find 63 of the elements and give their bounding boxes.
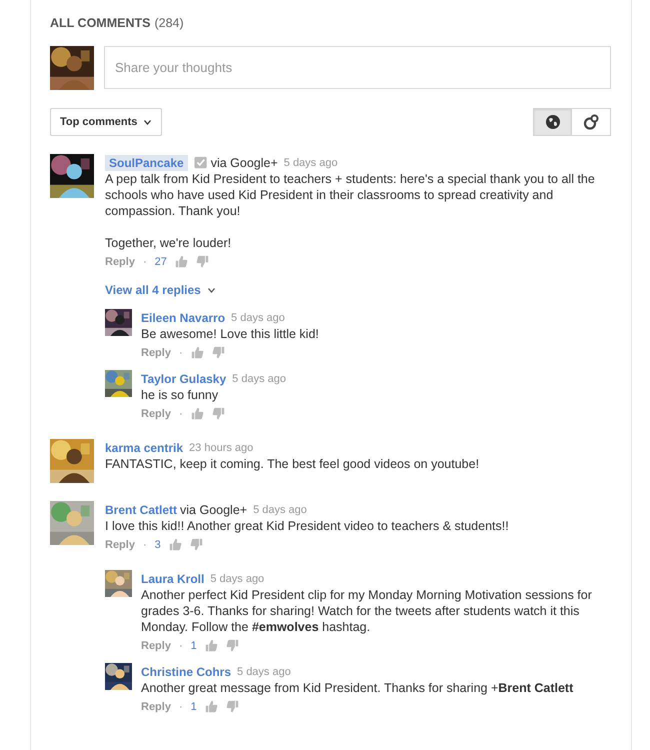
author-link[interactable]: karma centrik — [105, 440, 184, 454]
author-link[interactable]: Taylor Gulasky — [141, 372, 226, 386]
thumbs-up-icon[interactable] — [204, 700, 218, 713]
comment-text: he is so funny — [141, 387, 220, 403]
source-label: via Google+ — [180, 502, 248, 516]
source-label: via Google+ — [210, 156, 278, 170]
timestamp: 23 hours ago — [189, 442, 254, 454]
reply-link[interactable]: Reply — [141, 346, 171, 358]
separator-dot: · — [178, 346, 183, 358]
thumbs-down-icon[interactable] — [190, 538, 203, 551]
thumbs-down-icon[interactable] — [226, 700, 239, 713]
view-replies-button[interactable]: View all 4 replies — [105, 283, 611, 297]
section-title: ALL COMMENTS — [50, 16, 150, 30]
thumbs-down-icon[interactable] — [212, 407, 225, 420]
thumbs-up-icon[interactable] — [174, 255, 188, 268]
globe-icon — [544, 114, 560, 130]
sort-dropdown[interactable]: Top comments — [50, 108, 162, 136]
thumbs-up-icon[interactable] — [168, 538, 182, 551]
caret-icon — [143, 119, 152, 125]
timestamp: 5 days ago — [284, 156, 338, 168]
like-count: 27 — [154, 256, 167, 268]
separator-dot: · — [142, 256, 147, 268]
circles-button[interactable] — [572, 108, 611, 136]
author-link[interactable]: SoulPancake — [105, 154, 188, 170]
author-link[interactable]: Brent Catlett — [105, 502, 178, 516]
comment-text: FANTASTIC, keep it coming. The best feel good videos on youtube! — [105, 456, 480, 472]
author-link[interactable]: Laura Kroll — [141, 572, 204, 586]
separator-dot: · — [142, 538, 147, 550]
thumbs-down-icon[interactable] — [212, 346, 225, 359]
timestamp: 5 days ago — [231, 312, 285, 324]
thumbs-down-icon[interactable] — [226, 639, 239, 652]
author-link[interactable]: Eileen Navarro — [141, 310, 226, 324]
comment-text: Another perfect Kid President clip for my Monday Morning Motivation sessions for grades 3-6. Thanks for sharing! Watch for the tweets after students watch it this Monday. Follow the #emwolves hashtag. — [141, 587, 593, 635]
comment-input[interactable]: Share your thoughts — [104, 46, 611, 89]
comment-text: I love this kid!! Another great Kid President video to teachers & students!! — [105, 518, 510, 534]
thumbs-up-icon[interactable] — [190, 346, 204, 359]
caret-icon — [206, 287, 216, 293]
reply-link[interactable]: Reply — [141, 640, 171, 652]
separator-dot: · — [178, 408, 183, 420]
comment-text: Be awesome! Love this little kid! — [141, 326, 320, 342]
reply-link[interactable]: Reply — [105, 538, 135, 550]
separator-dot: · — [178, 700, 183, 712]
timestamp: 5 days ago — [232, 372, 286, 384]
thumbs-up-icon[interactable] — [204, 639, 218, 652]
comment-text: A pep talk from Kid President to teachers + students: here's a special thank you to all the schools who have used Kid President in their classrooms to spread creativity and compassion. Thank you! — [105, 171, 596, 219]
reply-link[interactable]: Reply — [141, 700, 171, 712]
globe-button[interactable] — [533, 108, 572, 136]
author-link[interactable]: Christine Cohrs — [141, 664, 232, 678]
like-count: 1 — [190, 640, 197, 652]
separator-dot: · — [178, 640, 183, 652]
thumbs-up-icon[interactable] — [190, 407, 204, 420]
comment-text: Together, we're louder! — [105, 235, 232, 251]
timestamp: 5 days ago — [253, 504, 307, 516]
circles-icon — [583, 114, 599, 130]
timestamp: 5 days ago — [237, 666, 291, 678]
thumbs-down-icon[interactable] — [196, 255, 209, 268]
reply-link[interactable]: Reply — [105, 256, 135, 268]
like-count: 3 — [154, 538, 161, 550]
reply-link[interactable]: Reply — [141, 408, 171, 420]
timestamp: 5 days ago — [210, 572, 264, 584]
like-count: 1 — [190, 700, 197, 712]
comment-text: Another great message from Kid President. Thanks for sharing +Brent Catlett — [141, 680, 574, 696]
comment-count: (284) — [154, 16, 184, 30]
